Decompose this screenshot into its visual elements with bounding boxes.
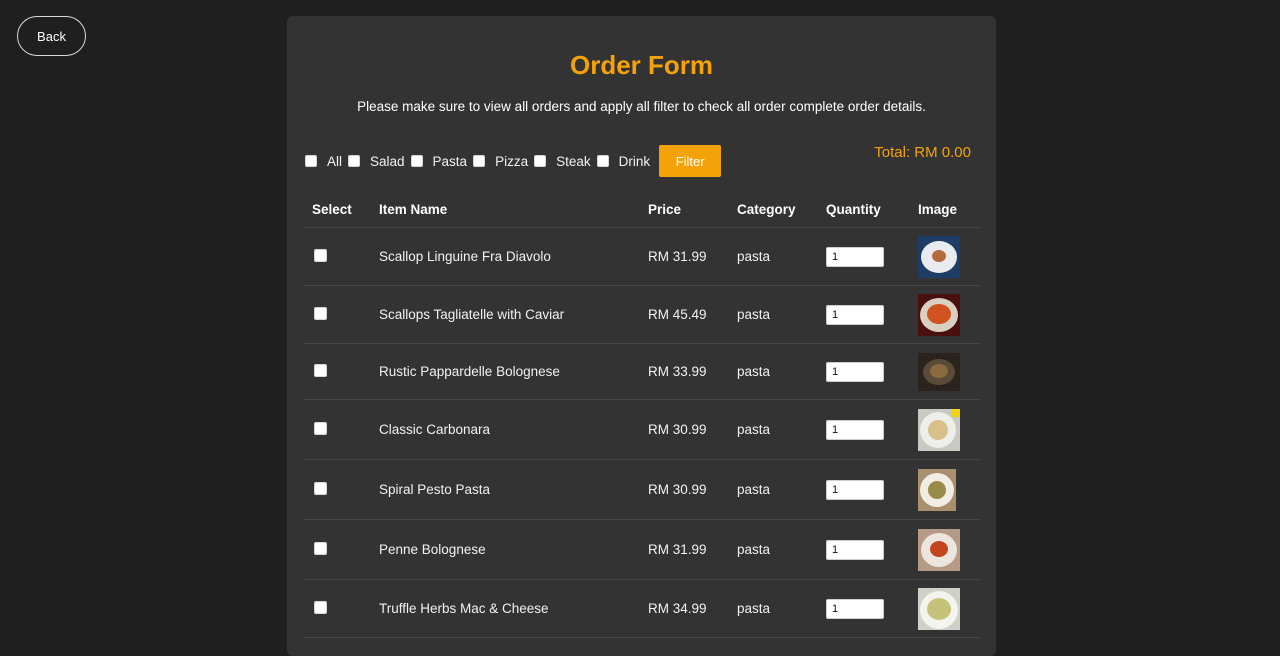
quantity-cell: 1 — [826, 598, 918, 619]
image-cell — [918, 587, 979, 630]
item-category: pasta — [737, 601, 771, 616]
quantity-input[interactable]: 1 — [826, 361, 884, 382]
item-image — [918, 587, 960, 630]
filter-all-label: All — [327, 153, 343, 169]
filter-button[interactable]: Filter — [659, 145, 722, 177]
quantity-cell: 1 — [826, 419, 918, 440]
item-image — [918, 528, 960, 571]
quantity-input[interactable]: 1 — [826, 246, 884, 267]
row-select-checkbox[interactable] — [314, 600, 327, 614]
item-image — [918, 408, 960, 451]
item-name: Scallop Linguine Fra Diavolo — [379, 249, 551, 264]
quantity-input[interactable]: 1 — [826, 539, 884, 560]
row-select-cell — [304, 363, 379, 380]
order-form-panel: Order Form Please make sure to view all … — [287, 16, 996, 656]
image-cell — [918, 408, 979, 451]
item-category: pasta — [737, 542, 771, 557]
row-select-cell — [304, 600, 379, 617]
filter-pizza-checkbox[interactable] — [473, 155, 486, 167]
filter-drink-label: Drink — [618, 153, 651, 169]
row-select-checkbox[interactable] — [314, 363, 327, 377]
quantity-input[interactable]: 1 — [826, 304, 884, 325]
header-select: Select — [312, 202, 352, 217]
item-price: RM 34.99 — [648, 601, 707, 616]
order-table: Select Item Name Price Category Quantity… — [304, 192, 979, 638]
item-name: Spiral Pesto Pasta — [379, 482, 491, 497]
row-select-checkbox[interactable] — [314, 541, 327, 555]
table-row: Rustic Pappardelle Bolognese RM 33.99 pa… — [304, 344, 979, 400]
back-button[interactable]: Back — [17, 16, 86, 56]
item-price: RM 33.99 — [648, 364, 707, 379]
quantity-cell: 1 — [826, 539, 918, 560]
page-subtitle: Please make sure to view all orders and … — [357, 99, 926, 114]
filter-salad-checkbox[interactable] — [348, 155, 361, 167]
table-row: Penne Bolognese RM 31.99 pasta 1 — [304, 520, 979, 580]
item-price: RM 30.99 — [648, 422, 707, 437]
row-select-checkbox[interactable] — [314, 248, 327, 262]
image-cell — [918, 352, 979, 391]
table-header: Select Item Name Price Category Quantity… — [304, 192, 979, 228]
page-title: Order Form — [569, 50, 714, 80]
item-image — [918, 235, 960, 278]
header-item-name: Item Name — [379, 202, 448, 217]
quantity-input[interactable]: 1 — [826, 479, 884, 500]
order-total: Total: RM 0.00 — [874, 144, 971, 161]
filter-pasta-label: Pasta — [432, 153, 468, 169]
item-category: pasta — [737, 364, 771, 379]
quantity-input[interactable]: 1 — [826, 598, 884, 619]
row-select-checkbox[interactable] — [314, 421, 327, 435]
image-cell — [918, 235, 979, 278]
header-image: Image — [918, 202, 958, 217]
filter-pizza-label: Pizza — [495, 153, 529, 169]
quantity-cell: 1 — [826, 246, 918, 267]
image-cell — [918, 468, 979, 511]
row-select-cell — [304, 248, 379, 265]
row-select-cell — [304, 541, 379, 558]
header-quantity: Quantity — [826, 202, 881, 217]
item-price: RM 45.49 — [648, 307, 707, 322]
item-category: pasta — [737, 307, 771, 322]
item-name: Truffle Herbs Mac & Cheese — [379, 601, 549, 616]
row-select-checkbox[interactable] — [314, 306, 327, 320]
image-cell — [918, 528, 979, 571]
item-price: RM 31.99 — [648, 542, 707, 557]
quantity-cell: 1 — [826, 479, 918, 500]
item-image — [918, 468, 956, 511]
quantity-cell: 1 — [826, 361, 918, 382]
filter-all-checkbox[interactable] — [305, 155, 317, 167]
item-price: RM 31.99 — [648, 249, 707, 264]
item-name: Scallops Tagliatelle with Caviar — [379, 307, 565, 322]
item-category: pasta — [737, 249, 771, 264]
filter-steak-label: Steak — [556, 153, 591, 169]
item-category: pasta — [737, 482, 771, 497]
item-name: Penne Bolognese — [379, 542, 486, 557]
filter-salad-label: Salad — [370, 153, 405, 169]
table-row: Truffle Herbs Mac & Cheese RM 34.99 past… — [304, 580, 979, 638]
item-price: RM 30.99 — [648, 482, 707, 497]
filter-steak-checkbox[interactable] — [534, 155, 547, 167]
item-category: pasta — [737, 422, 771, 437]
header-price: Price — [648, 202, 682, 217]
table-row: Classic Carbonara RM 30.99 pasta 1 — [304, 400, 979, 460]
header-category: Category — [737, 202, 796, 217]
category-filters: All Salad Pasta Pizza Steak Drink Filter — [304, 145, 722, 177]
quantity-cell: 1 — [826, 304, 918, 325]
table-row: Scallop Linguine Fra Diavolo RM 31.99 pa… — [304, 228, 979, 286]
image-cell — [918, 293, 979, 336]
filter-drink-checkbox[interactable] — [596, 155, 609, 167]
table-row: Scallops Tagliatelle with Caviar RM 45.4… — [304, 286, 979, 344]
item-name: Rustic Pappardelle Bolognese — [379, 364, 560, 379]
item-image — [918, 293, 960, 336]
item-image — [918, 352, 960, 391]
row-select-cell — [304, 421, 379, 438]
row-select-checkbox[interactable] — [314, 481, 327, 495]
filter-pasta-checkbox[interactable] — [410, 155, 423, 167]
row-select-cell — [304, 306, 379, 323]
table-row: Spiral Pesto Pasta RM 30.99 pasta 1 — [304, 460, 979, 520]
row-select-cell — [304, 481, 379, 498]
quantity-input[interactable]: 1 — [826, 419, 884, 440]
item-name: Classic Carbonara — [379, 422, 491, 437]
